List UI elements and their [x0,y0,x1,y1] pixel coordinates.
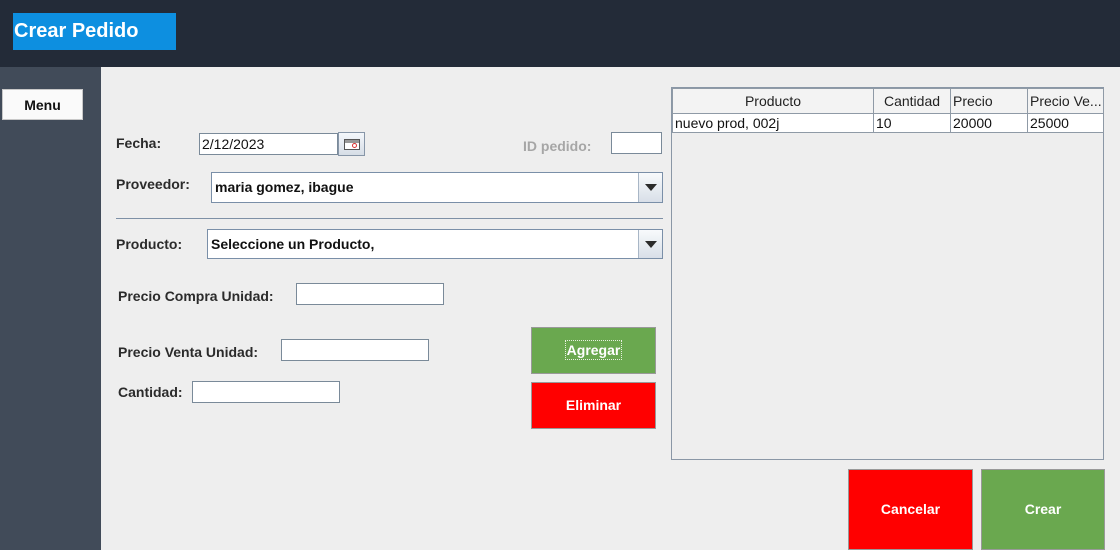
precio-venta-label: Precio Venta Unidad: [118,344,259,360]
top-bar: Crear Pedido [0,0,1120,67]
proveedor-value: maria gomez, ibague [215,179,354,195]
table-row[interactable]: nuevo prod, 002j 10 20000 25000 [672,113,1104,133]
form-separator [116,218,663,219]
agregar-label: Agregar [564,340,623,360]
cancelar-button[interactable]: Cancelar [848,469,973,550]
sidebar: Menu [0,67,101,550]
fecha-label: Fecha: [116,135,162,151]
chevron-down-icon[interactable] [638,173,662,202]
order-items-table[interactable]: Producto Cantidad Precio Precio Ve... nu… [671,87,1104,460]
id-pedido-label: ID pedido: [523,138,592,154]
table-header-row: Producto Cantidad Precio Precio Ve... [672,88,1104,114]
cell-precio: 20000 [950,113,1028,133]
crear-button[interactable]: Crear [981,469,1105,550]
precio-compra-field[interactable] [296,283,444,305]
agregar-button[interactable]: Agregar [531,327,656,374]
proveedor-combo[interactable]: maria gomez, ibague [211,172,663,203]
cell-producto: nuevo prod, 002j [672,113,874,133]
producto-combo[interactable]: Seleccione un Producto, [207,229,663,259]
producto-label: Producto: [116,236,183,252]
chevron-down-icon[interactable] [638,230,662,258]
proveedor-label: Proveedor: [116,176,190,192]
precio-venta-field[interactable] [281,339,429,361]
col-header-producto[interactable]: Producto [672,88,874,114]
menu-button[interactable]: Menu [2,89,83,120]
page-title: Crear Pedido [13,13,176,50]
fecha-field[interactable]: 2/12/2023 [199,133,338,155]
col-header-precio[interactable]: Precio [950,88,1028,114]
cell-cantidad: 10 [873,113,951,133]
col-header-cantidad[interactable]: Cantidad [873,88,951,114]
producto-value: Seleccione un Producto, [211,236,375,252]
col-header-precio-venta[interactable]: Precio Ve... [1027,88,1104,114]
eliminar-button[interactable]: Eliminar [531,382,656,429]
id-pedido-field[interactable] [611,132,662,154]
calendar-icon [344,139,360,150]
cantidad-label: Cantidad: [118,384,183,400]
cell-precio-venta: 25000 [1027,113,1104,133]
precio-compra-label: Precio Compra Unidad: [118,288,274,304]
cantidad-field[interactable] [192,381,340,403]
date-picker-button[interactable] [338,132,365,156]
